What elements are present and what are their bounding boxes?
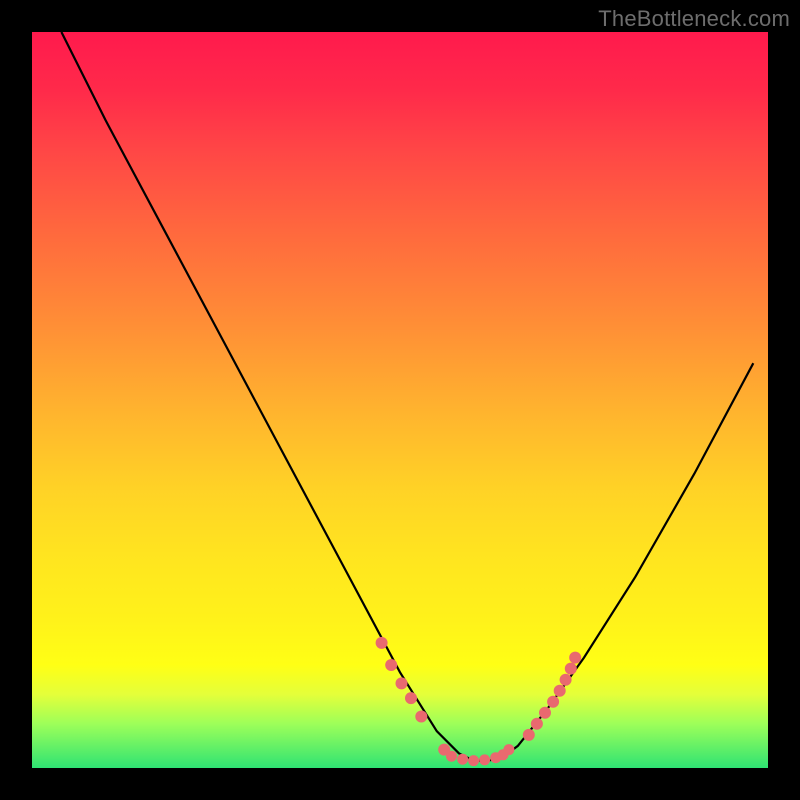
curve-dot — [396, 677, 408, 689]
plot-area — [32, 32, 768, 768]
curve-dot — [547, 696, 559, 708]
curve-dot — [539, 707, 551, 719]
watermark-text: TheBottleneck.com — [598, 6, 790, 32]
curve-dot — [457, 754, 468, 765]
curve-dot — [446, 751, 457, 762]
bottleneck-curve — [61, 32, 753, 761]
curve-dot — [503, 744, 514, 755]
bottleneck-curve-svg — [32, 32, 768, 768]
curve-dot — [376, 637, 388, 649]
curve-dot — [415, 711, 427, 723]
curve-dot — [569, 652, 581, 664]
chart-frame: TheBottleneck.com — [0, 0, 800, 800]
curve-dot — [523, 729, 535, 741]
curve-dot — [554, 685, 566, 697]
curve-dot — [405, 692, 417, 704]
curve-dot — [468, 755, 479, 766]
curve-dot — [479, 754, 490, 765]
curve-dots-valley — [446, 744, 514, 766]
curve-dot — [385, 659, 397, 671]
curve-dot — [560, 674, 572, 686]
curve-dot — [565, 663, 577, 675]
curve-dots-left — [376, 637, 451, 756]
curve-dot — [531, 718, 543, 730]
